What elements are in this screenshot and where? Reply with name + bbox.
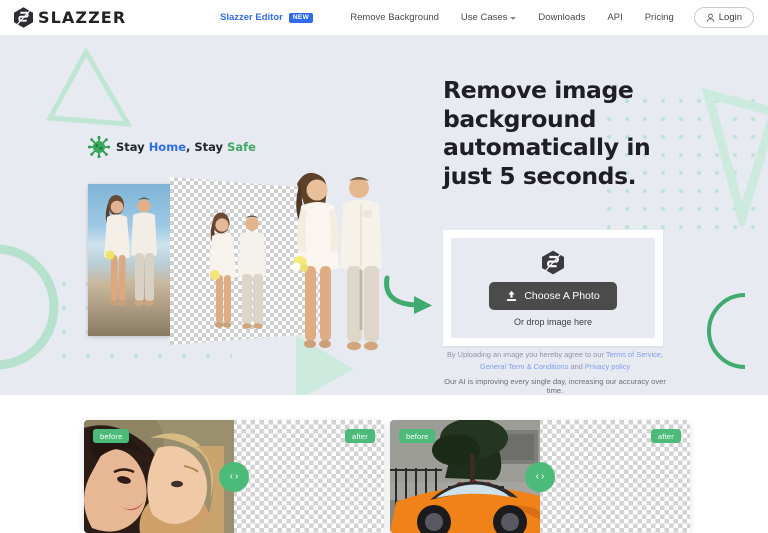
site-header: SLAZZER Slazzer Editor NEW Remove Backgr… xyxy=(0,0,768,36)
page-root: SLAZZER Slazzer Editor NEW Remove Backgr… xyxy=(0,0,768,533)
upload-dropzone-inner: Choose A Photo Or drop image here xyxy=(451,238,655,338)
compare-slider-handle-icon[interactable]: ‹ › xyxy=(219,461,249,492)
chevron-left-icon: ‹ xyxy=(229,471,233,482)
triangle-outline-decoration-left xyxy=(45,46,133,127)
hero-section: Stay Home, Stay Safe Remove image backgr… xyxy=(0,36,768,395)
upload-dropzone[interactable]: Choose A Photo Or drop image here xyxy=(443,230,663,346)
couple-silhouette-original xyxy=(104,195,157,306)
couple-silhouette-cutout xyxy=(209,212,266,329)
before-after-card-orange-sports-car[interactable]: before after ‹ › xyxy=(390,420,690,533)
stay-safe-text: Stay Home, Stay Safe xyxy=(116,140,256,154)
chevron-right-icon: › xyxy=(235,471,239,482)
login-label: Login xyxy=(718,12,742,23)
main-nav: Slazzer Editor NEW Remove Background Use… xyxy=(209,7,754,28)
compare-slider-handle-icon[interactable]: ‹ › xyxy=(525,461,555,492)
before-label-badge: before xyxy=(93,429,130,443)
chevron-down-icon xyxy=(510,16,517,20)
stay-safe-part1: Stay xyxy=(116,140,149,154)
upload-icon xyxy=(507,290,517,301)
stay-safe-home: Home xyxy=(148,140,186,154)
ai-improvement-note: Our AI is improving every single day, in… xyxy=(444,377,666,395)
legal-prefix: By Uploading an image you hereby agree t… xyxy=(447,350,606,359)
curved-arrow-right-icon xyxy=(384,275,432,314)
nav-label-api: API xyxy=(607,12,623,23)
chevron-right-icon: › xyxy=(541,471,545,482)
nav-item-remove-background[interactable]: Remove Background xyxy=(339,12,450,23)
chevron-left-icon: ‹ xyxy=(535,471,539,482)
slazzer-diamond-logo-icon xyxy=(14,7,33,28)
nav-label-downloads: Downloads xyxy=(538,12,586,23)
logo[interactable]: SLAZZER xyxy=(14,7,126,28)
before-after-card-mother-and-daughter[interactable]: before after ‹ › xyxy=(84,420,384,533)
login-button[interactable]: Login xyxy=(693,7,754,28)
stay-safe-part2: , Stay xyxy=(186,140,228,154)
nav-label-remove-background: Remove Background xyxy=(350,12,439,23)
legal-sep2: and xyxy=(568,362,585,372)
user-account-icon xyxy=(706,13,714,22)
logo-text: SLAZZER xyxy=(38,8,127,27)
choose-a-photo-label: Choose A Photo xyxy=(524,289,600,302)
slazzer-diamond-logo-icon xyxy=(542,250,564,274)
nav-label-pricing: Pricing xyxy=(644,12,674,23)
drop-image-hint: Or drop image here xyxy=(513,316,593,327)
stay-safe-banner: Stay Home, Stay Safe xyxy=(88,136,256,158)
nav-item-api[interactable]: API xyxy=(596,12,633,23)
stay-safe-safe: Safe xyxy=(227,140,256,154)
legal-notice: By Uploading an image you hereby agree t… xyxy=(443,349,667,373)
nav-item-pricing[interactable]: Pricing xyxy=(634,12,685,23)
nav-item-use-cases[interactable]: Use Cases xyxy=(450,12,527,23)
terms-of-service-link[interactable]: Terms of Service xyxy=(606,350,661,359)
circle-arc-decoration-right xyxy=(707,293,746,369)
general-terms-link[interactable]: General Term & Conditions xyxy=(480,362,569,371)
nav-label-slazzer-editor: Slazzer Editor xyxy=(220,12,283,23)
before-after-showcase: before after ‹ › before after ‹ › xyxy=(0,395,768,533)
after-label-badge: after xyxy=(344,429,375,443)
couple-photo-large-cutout xyxy=(291,172,382,351)
nav-label-use-cases: Use Cases xyxy=(460,12,508,23)
before-label-badge: before xyxy=(399,429,436,443)
choose-a-photo-button[interactable]: Choose A Photo xyxy=(489,281,617,310)
hero-headline: Remove image background automatically in… xyxy=(443,76,651,190)
legal-sep1: , xyxy=(660,350,663,359)
new-badge: NEW xyxy=(288,12,314,23)
coronavirus-icon xyxy=(88,136,110,158)
privacy-policy-link[interactable]: Privacy policy xyxy=(585,362,630,371)
nav-item-downloads[interactable]: Downloads xyxy=(527,12,596,23)
nav-item-slazzer-editor[interactable]: Slazzer Editor NEW xyxy=(209,12,317,23)
after-label-badge: after xyxy=(650,429,681,443)
